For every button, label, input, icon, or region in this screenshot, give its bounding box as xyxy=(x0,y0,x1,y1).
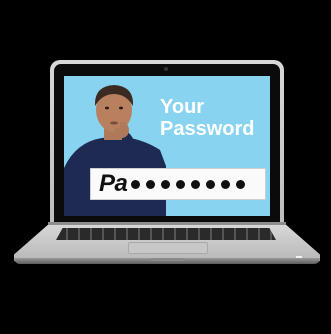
laptop-illustration: Your Password Pa xyxy=(0,0,331,334)
trackpad xyxy=(128,242,208,254)
mask-dot xyxy=(176,179,186,189)
password-mask-dots xyxy=(131,179,251,189)
mask-dot xyxy=(161,179,171,189)
status-led xyxy=(296,256,302,258)
lid-notch xyxy=(150,258,184,261)
mask-dot xyxy=(191,179,201,189)
laptop-screen: Your Password Pa xyxy=(64,76,270,216)
mask-dot xyxy=(221,179,231,189)
password-visible-prefix: Pa xyxy=(99,170,128,197)
webcam-icon xyxy=(164,67,168,71)
headline: Your Password xyxy=(160,96,268,140)
keyboard xyxy=(56,228,276,240)
mask-dot xyxy=(146,179,156,189)
mask-dot xyxy=(206,179,216,189)
headline-line-2: Password xyxy=(160,118,255,140)
mask-dot xyxy=(131,179,141,189)
mask-dot xyxy=(236,179,246,189)
headline-line-1: Your xyxy=(160,96,205,118)
password-field: Pa xyxy=(90,168,266,200)
